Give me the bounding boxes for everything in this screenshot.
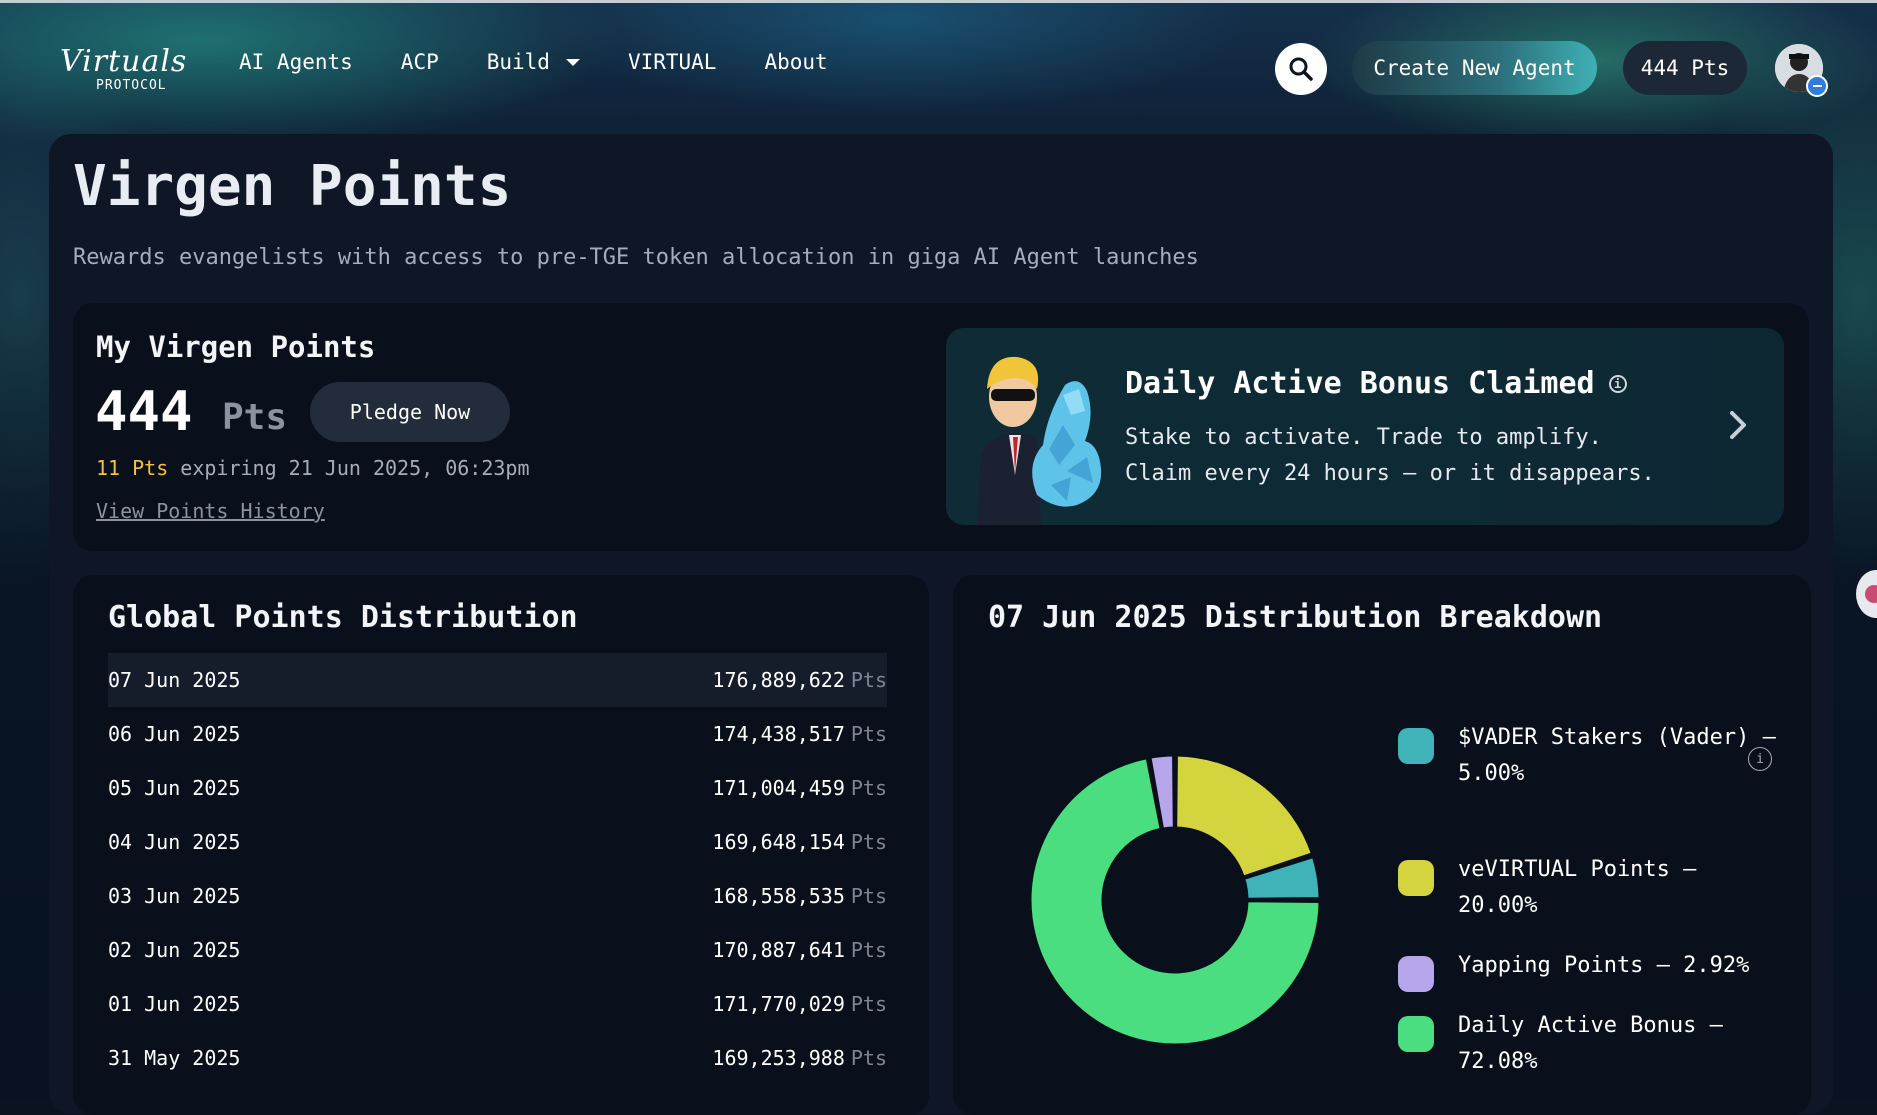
global-distribution-table: 07 Jun 2025 176,889,622 Pts 06 Jun 2025 1… xyxy=(108,653,887,1085)
row-value-unit: Pts xyxy=(851,776,887,800)
row-value-number: 169,648,154 xyxy=(712,830,844,854)
global-distribution-title: Global Points Distribution xyxy=(108,600,578,635)
legend-label: Yapping Points – 2.92% xyxy=(1458,948,1783,992)
row-value-number: 168,558,535 xyxy=(712,884,844,908)
row-value-unit: Pts xyxy=(851,668,887,692)
row-date: 03 Jun 2025 xyxy=(108,884,240,908)
table-row: 05 Jun 2025 171,004,459 Pts xyxy=(108,761,887,815)
row-date: 02 Jun 2025 xyxy=(108,938,240,962)
row-value-number: 171,770,029 xyxy=(712,992,844,1016)
logo-script-text: Virtuals xyxy=(60,44,187,79)
legend-swatch xyxy=(1398,728,1434,764)
my-points-title: My Virgen Points xyxy=(96,330,375,364)
search-icon xyxy=(1288,56,1314,82)
search-button[interactable] xyxy=(1275,43,1327,95)
row-value-number: 174,438,517 xyxy=(712,722,844,746)
nav-links: AI Agents ACP Build VIRTUAL About xyxy=(239,50,876,74)
row-date: 07 Jun 2025 xyxy=(108,668,240,692)
legend-swatch xyxy=(1398,956,1434,992)
table-row: 04 Jun 2025 169,648,154 Pts xyxy=(108,815,887,869)
row-value: 169,253,988 Pts xyxy=(712,1046,887,1070)
logo-subtitle: PROTOCOL xyxy=(96,78,167,93)
row-value-unit: Pts xyxy=(851,722,887,746)
row-date: 06 Jun 2025 xyxy=(108,722,240,746)
distribution-breakdown-title: 07 Jun 2025 Distribution Breakdown xyxy=(988,600,1602,635)
legend-item-vevirtual-points: veVIRTUAL Points – 20.00% xyxy=(1398,852,1783,924)
row-value: 169,648,154 Pts xyxy=(712,830,887,854)
nav-link-build[interactable]: Build xyxy=(487,50,580,74)
row-value: 171,004,459 Pts xyxy=(712,776,887,800)
daily-bonus-line-1: Stake to activate. Trade to amplify. xyxy=(1125,420,1655,456)
info-icon[interactable]: i xyxy=(1609,375,1627,393)
slice-vevirtual-points[interactable] xyxy=(1176,755,1313,877)
nav-link-acp[interactable]: ACP xyxy=(401,50,439,74)
create-new-agent-button[interactable]: Create New Agent xyxy=(1352,41,1597,95)
table-row: 02 Jun 2025 170,887,641 Pts xyxy=(108,923,887,977)
chevron-right-icon[interactable] xyxy=(1728,408,1748,442)
account-status-icon xyxy=(1806,75,1828,97)
info-icon[interactable]: i xyxy=(1748,747,1772,771)
nav-link-about[interactable]: About xyxy=(764,50,827,74)
row-value-unit: Pts xyxy=(851,830,887,854)
row-date: 04 Jun 2025 xyxy=(108,830,240,854)
legend-label: $VADER Stakers (Vader) – 5.00% xyxy=(1458,720,1783,792)
view-points-history-link[interactable]: View Points History xyxy=(96,499,325,523)
page-title: Virgen Points xyxy=(73,154,511,219)
row-date: 01 Jun 2025 xyxy=(108,992,240,1016)
legend-label: Daily Active Bonus – 72.08% xyxy=(1458,1008,1783,1080)
expiring-amount: 11 Pts xyxy=(96,456,168,480)
legend-label: veVIRTUAL Points – 20.00% xyxy=(1458,852,1783,924)
row-value-number: 169,253,988 xyxy=(712,1046,844,1070)
virtuals-logo[interactable]: Virtuals PROTOCOL xyxy=(60,44,195,96)
row-value: 170,887,641 Pts xyxy=(712,938,887,962)
chevron-down-icon xyxy=(566,59,580,66)
daily-bonus-line-2: Claim every 24 hours — or it disappears. xyxy=(1125,456,1655,492)
row-date: 31 May 2025 xyxy=(108,1046,240,1070)
table-row: 31 May 2025 169,253,988 Pts xyxy=(108,1031,887,1085)
top-navigation: Virtuals PROTOCOL AI Agents ACP Build VI… xyxy=(0,0,1877,134)
my-points-unit: Pts xyxy=(222,397,287,438)
nav-link-build-label: Build xyxy=(487,50,550,74)
row-value: 174,438,517 Pts xyxy=(712,722,887,746)
widget-icon xyxy=(1865,585,1877,603)
points-badge[interactable]: 444 Pts xyxy=(1623,41,1747,95)
row-value-number: 171,004,459 xyxy=(712,776,844,800)
row-value: 176,889,622 Pts xyxy=(712,668,887,692)
daily-bonus-title-text: Daily Active Bonus Claimed xyxy=(1125,366,1595,401)
table-row: 01 Jun 2025 171,770,029 Pts xyxy=(108,977,887,1031)
expiring-points-text: 11 Pts expiring 21 Jun 2025, 06:23pm xyxy=(96,456,530,480)
table-row: 03 Jun 2025 168,558,535 Pts xyxy=(108,869,887,923)
legend-item-vader-stakers: $VADER Stakers (Vader) – 5.00% xyxy=(1398,720,1783,792)
row-value-unit: Pts xyxy=(851,938,887,962)
nav-link-ai-agents[interactable]: AI Agents xyxy=(239,50,353,74)
table-row: 06 Jun 2025 174,438,517 Pts xyxy=(108,707,887,761)
legend-item-yapping-points: Yapping Points – 2.92% xyxy=(1398,948,1783,992)
legend-swatch xyxy=(1398,1016,1434,1052)
table-row: 07 Jun 2025 176,889,622 Pts xyxy=(108,653,887,707)
row-value-number: 170,887,641 xyxy=(712,938,844,962)
row-value-unit: Pts xyxy=(851,884,887,908)
my-points-value: 444 xyxy=(95,380,193,443)
row-value-unit: Pts xyxy=(851,1046,887,1070)
row-date: 05 Jun 2025 xyxy=(108,776,240,800)
page-subtitle: Rewards evangelists with access to pre-T… xyxy=(73,245,1199,270)
daily-bonus-description: Stake to activate. Trade to amplify. Cla… xyxy=(1125,420,1655,492)
row-value-unit: Pts xyxy=(851,992,887,1016)
row-value-number: 176,889,622 xyxy=(712,668,844,692)
nav-link-virtual[interactable]: VIRTUAL xyxy=(628,50,717,74)
expiring-date: expiring 21 Jun 2025, 06:23pm xyxy=(180,456,529,480)
pledge-now-button[interactable]: Pledge Now xyxy=(310,382,510,442)
row-value: 168,558,535 Pts xyxy=(712,884,887,908)
daily-bonus-title: Daily Active Bonus Claimed i xyxy=(1125,366,1627,401)
distribution-donut-chart xyxy=(1025,750,1325,1050)
flexing-character-illustration xyxy=(967,345,1107,525)
row-value: 171,770,029 Pts xyxy=(712,992,887,1016)
legend-item-daily-active-bonus: Daily Active Bonus – 72.08% xyxy=(1398,1008,1783,1080)
legend-swatch xyxy=(1398,860,1434,896)
